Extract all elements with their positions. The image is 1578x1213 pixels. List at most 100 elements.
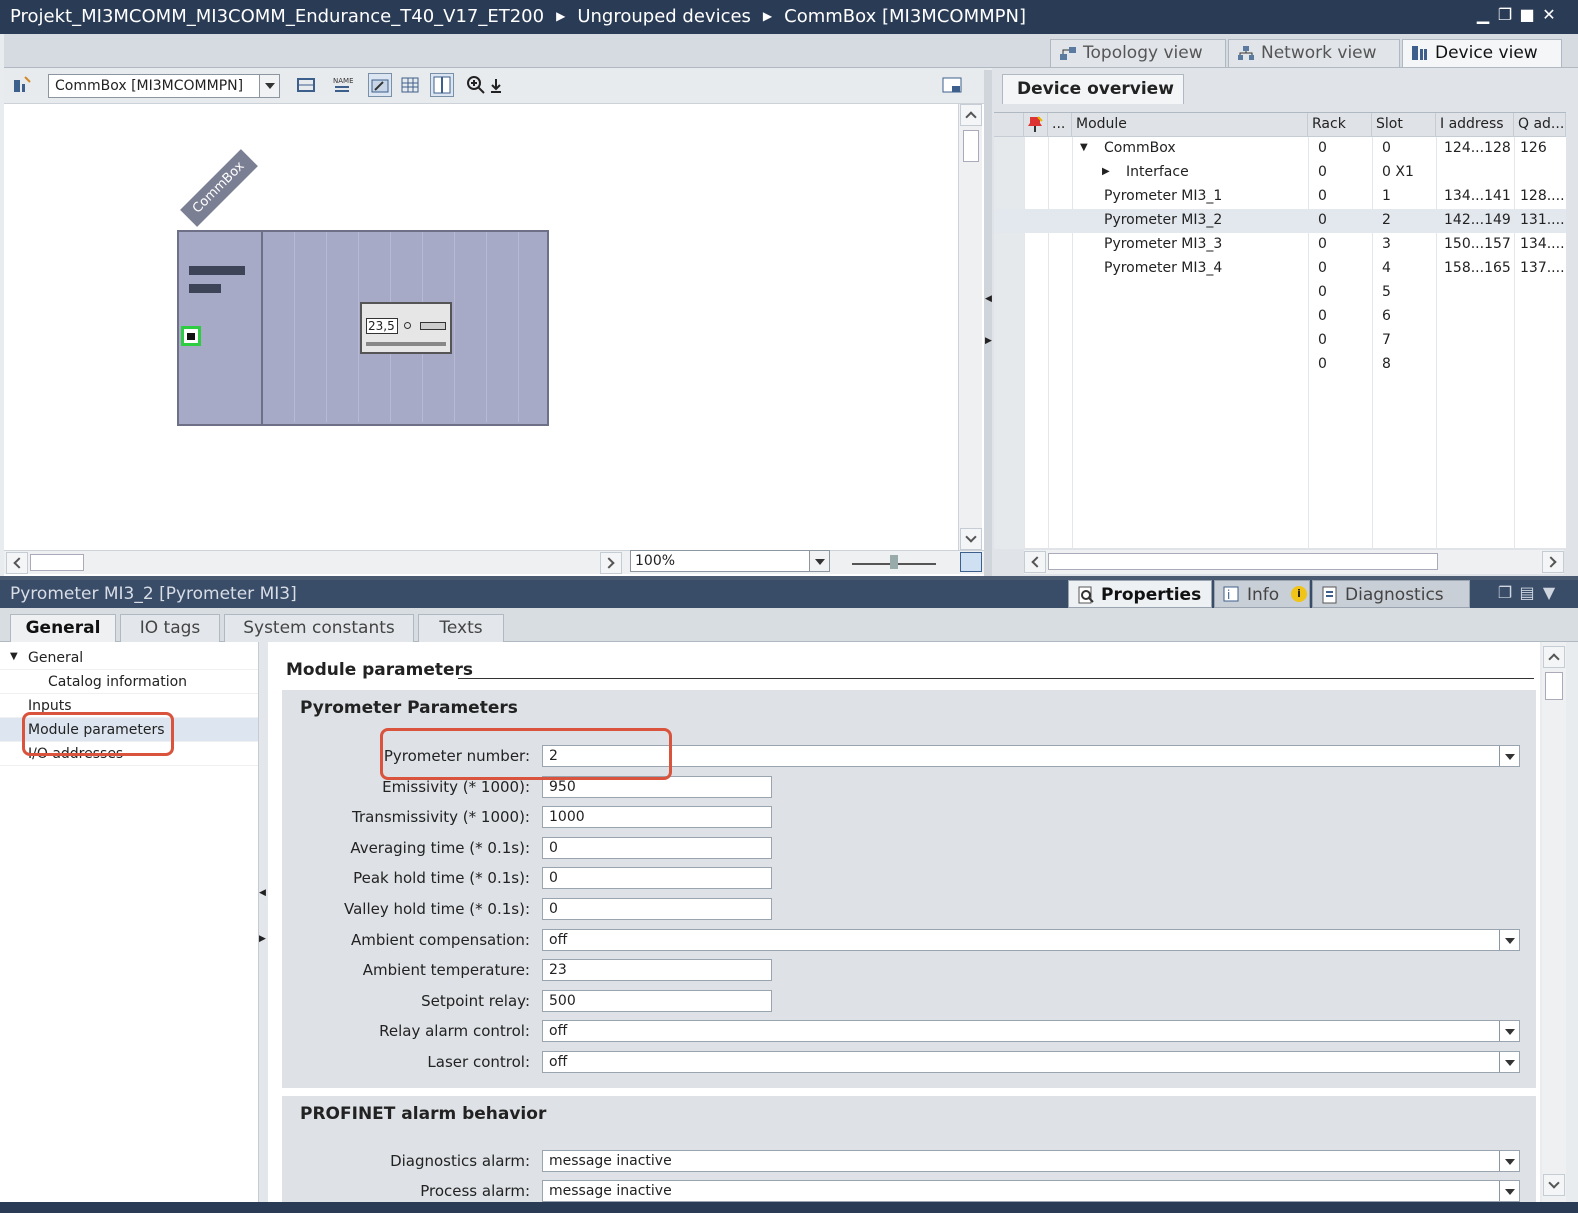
relay-alarm-control-select[interactable]: off <box>542 1020 1520 1043</box>
ambient-compensation-select[interactable]: off <box>542 928 1520 951</box>
tab-system-constants[interactable]: System constants <box>224 614 414 642</box>
column-header-rack[interactable]: Rack <box>1308 113 1372 137</box>
breadcrumb-device[interactable]: CommBox [MI3MCOMMPN] <box>784 6 1026 27</box>
collapse-left-icon[interactable]: ◀ <box>259 888 266 898</box>
column-header-i-address[interactable]: I address <box>1436 113 1514 137</box>
transmissivity-1000-field[interactable]: 1000 <box>542 806 772 829</box>
table-row[interactable]: Pyrometer MI3_3 0 3 150...157 134.... <box>994 233 1566 257</box>
nav-item-catalog-information[interactable]: Catalog information <box>0 670 258 694</box>
horizontal-scroll-thumb[interactable] <box>30 554 84 571</box>
maximize-icon[interactable]: ■ <box>1518 6 1536 24</box>
pane-splitter[interactable]: ◀ ▶ <box>984 70 992 576</box>
tab-info[interactable]: i Info i <box>1214 580 1310 608</box>
ambient-temperature-field[interactable]: 23 <box>542 959 772 982</box>
collapse-inspector-icon[interactable]: ▼ <box>1540 584 1558 602</box>
overview-toggle-icon[interactable] <box>430 73 454 97</box>
scroll-thumb[interactable] <box>1545 672 1563 700</box>
tab-network-view[interactable]: Network view <box>1228 39 1400 67</box>
zoom-in-icon[interactable] <box>464 73 488 97</box>
process-alarm-select[interactable]: message inactive <box>542 1180 1520 1202</box>
laser-control-select[interactable]: off <box>542 1051 1520 1073</box>
scroll-up-icon[interactable] <box>960 104 982 126</box>
table-row[interactable]: Pyrometer MI3_4 0 4 158...165 137.... <box>994 257 1566 281</box>
device-tool-icon[interactable] <box>10 73 34 97</box>
pyrometer-module-image[interactable]: 23,5 <box>360 302 452 354</box>
pyrometer-number-select[interactable]: 2 <box>542 745 1520 767</box>
breadcrumb-ungrouped[interactable]: Ungrouped devices <box>577 6 751 27</box>
chevron-down-icon[interactable] <box>259 75 279 97</box>
table-row[interactable]: 05 <box>994 281 1566 305</box>
column-header-slot[interactable]: Slot <box>1372 113 1436 137</box>
nav-splitter[interactable]: ◀ ▶ <box>258 642 268 1202</box>
restore-icon[interactable]: ❐ <box>1496 6 1514 24</box>
rack-view-icon[interactable] <box>294 73 318 97</box>
device-overview-horizontal-scrollbar[interactable] <box>1024 550 1564 574</box>
device-view-vertical-scrollbar[interactable] <box>958 104 982 550</box>
table-row[interactable]: 06 <box>994 305 1566 329</box>
chevron-down-icon[interactable] <box>1499 746 1519 766</box>
chevron-down-icon[interactable] <box>1499 1181 1519 1201</box>
scroll-down-icon[interactable] <box>960 528 982 550</box>
scroll-right-icon[interactable] <box>1542 551 1564 573</box>
column-header-more[interactable]: ... <box>1048 113 1072 137</box>
column-header-q-address[interactable]: Q ad... <box>1514 113 1566 137</box>
column-header-status-icon[interactable] <box>1024 113 1048 137</box>
show-names-icon[interactable]: NAME <box>330 73 354 97</box>
tab-io-tags[interactable]: IO tags <box>120 614 220 642</box>
table-row[interactable]: Pyrometer MI3_2 0 2 142...149 131.... <box>994 209 1566 233</box>
table-row[interactable]: 08 <box>994 353 1566 377</box>
profinet-port-icon[interactable] <box>181 326 201 346</box>
collapse-left-icon[interactable]: ◀ <box>985 294 992 304</box>
fit-view-icon[interactable] <box>960 552 982 572</box>
valley-hold-time-0-1s-field[interactable]: 0 <box>542 898 772 920</box>
diagnostics-alarm-select[interactable]: message inactive <box>542 1150 1520 1172</box>
setpoint-relay-field[interactable]: 500 <box>542 989 772 1012</box>
layout-icon[interactable]: ▤ <box>1518 584 1536 602</box>
inspector-vertical-scrollbar[interactable] <box>1542 642 1566 1202</box>
device-selector[interactable]: CommBox [MI3MCOMMPN] <box>48 74 280 98</box>
column-header-module[interactable]: Module <box>1072 113 1308 137</box>
zoom-select[interactable]: 100% <box>630 550 830 572</box>
scroll-thumb[interactable] <box>963 130 979 162</box>
minimize-icon[interactable]: ▁ <box>1474 6 1492 24</box>
tab-device-view[interactable]: Device view <box>1402 39 1562 67</box>
expand-right-icon[interactable]: ▶ <box>985 336 992 346</box>
scroll-left-icon[interactable] <box>6 552 28 574</box>
tab-device-overview[interactable]: Device overview <box>1002 74 1184 104</box>
tab-texts[interactable]: Texts <box>418 614 504 642</box>
table-row[interactable]: ▼ CommBox 0 0 124...128 126 <box>994 137 1566 161</box>
scroll-right-icon[interactable] <box>600 552 622 574</box>
chevron-down-icon[interactable] <box>809 551 829 571</box>
edit-tool-icon[interactable] <box>368 73 392 97</box>
tab-diagnostics[interactable]: Diagnostics <box>1312 580 1470 608</box>
grid-icon[interactable] <box>398 73 422 97</box>
nav-item-general[interactable]: ▼ General <box>0 646 258 670</box>
tab-topology-view[interactable]: Topology view <box>1050 39 1226 67</box>
chevron-down-icon[interactable]: ▼ <box>1080 142 1088 153</box>
table-row[interactable]: ▶ Interface 0 0 X1 <box>994 161 1566 185</box>
averaging-time-0-1s-field[interactable]: 0 <box>542 836 772 859</box>
float-window-icon[interactable]: ❐ <box>1496 584 1514 602</box>
chevron-down-icon[interactable] <box>1499 1021 1519 1042</box>
breadcrumb-project[interactable]: Projekt_MI3MCOMM_MI3COMM_Endurance_T40_V… <box>10 6 544 27</box>
save-layout-icon[interactable] <box>940 73 964 97</box>
close-icon[interactable]: ✕ <box>1540 6 1558 24</box>
chevron-down-icon[interactable]: ▼ <box>10 651 18 662</box>
horizontal-scroll-thumb[interactable] <box>1048 553 1438 570</box>
peak-hold-time-0-1s-field[interactable]: 0 <box>542 867 772 890</box>
commbox-head-module[interactable] <box>177 230 263 426</box>
chevron-right-icon[interactable]: ▶ <box>1102 166 1110 177</box>
scroll-down-icon[interactable] <box>1543 1174 1565 1196</box>
tab-properties[interactable]: Properties <box>1068 580 1212 608</box>
expand-right-icon[interactable]: ▶ <box>259 934 266 944</box>
chevron-down-icon[interactable] <box>1499 1151 1519 1171</box>
chevron-down-icon[interactable] <box>1499 929 1519 950</box>
zoom-slider-handle[interactable] <box>890 555 898 569</box>
tab-general[interactable]: General <box>10 614 116 643</box>
table-row[interactable]: 07 <box>994 329 1566 353</box>
chevron-down-icon[interactable] <box>1499 1052 1519 1072</box>
table-row[interactable]: Pyrometer MI3_1 0 1 134...141 128.... <box>994 185 1566 209</box>
zoom-dropdown-icon[interactable] <box>488 73 504 97</box>
scroll-up-icon[interactable] <box>1543 646 1565 668</box>
scroll-left-icon[interactable] <box>1024 551 1046 573</box>
